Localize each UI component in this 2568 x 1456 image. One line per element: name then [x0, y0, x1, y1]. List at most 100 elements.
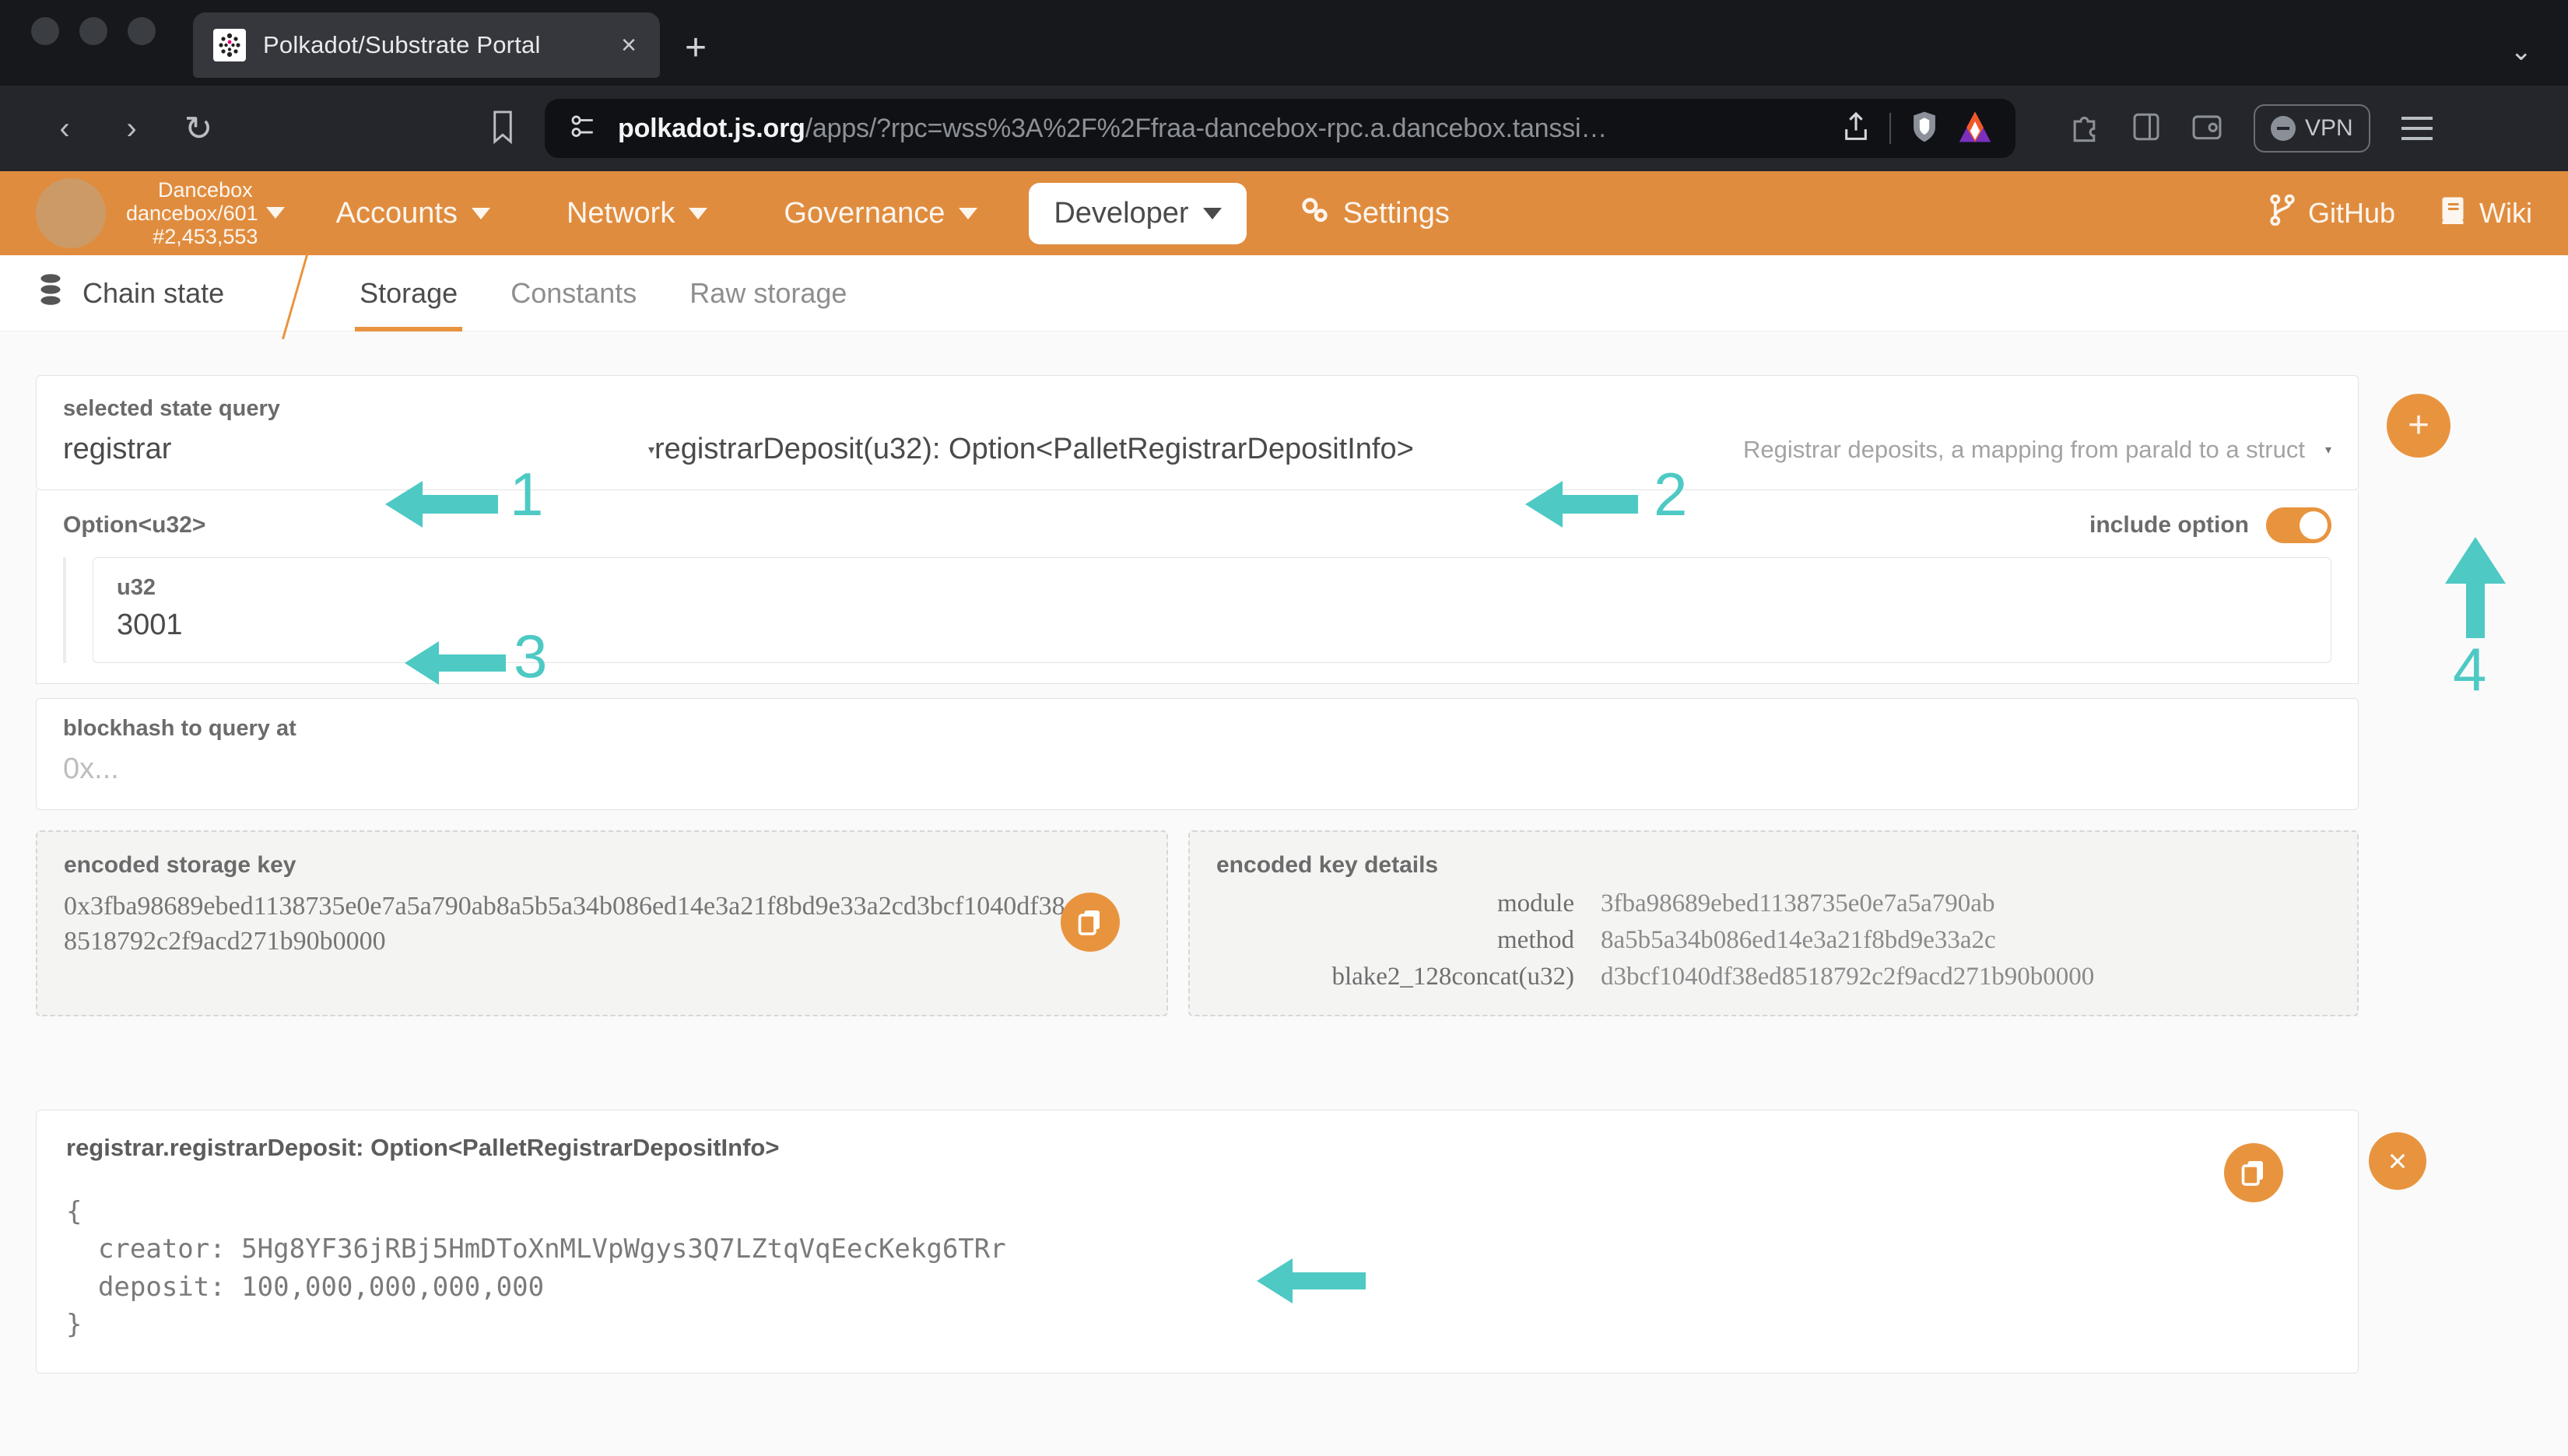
key-detail-name: method	[1497, 926, 1574, 954]
forward-button[interactable]: ›	[98, 111, 165, 146]
browser-toolbar: ‹ › ↻ polkadot.js.org/apps/?rpc=wss%3A%2…	[0, 86, 2568, 171]
tab-label: Storage	[360, 276, 458, 309]
vpn-button[interactable]: VPN	[2254, 104, 2370, 153]
encoded-keys-row: encoded storage key 0x3fba98689ebed11387…	[36, 830, 2359, 1016]
browser-window: Polkadot/Substrate Portal × + ⌄ ‹ › ↻ po…	[0, 0, 2568, 1456]
chevron-down-icon[interactable]: ▾	[2325, 442, 2331, 458]
key-detail-row: module 3fba98689ebed1138735e0e7a5a790ab	[1216, 889, 2331, 918]
copy-result-button[interactable]	[2224, 1143, 2283, 1202]
nav-item-governance[interactable]: Governance	[759, 183, 1002, 244]
new-tab-button[interactable]: +	[685, 30, 707, 67]
git-branch-icon	[2269, 194, 2296, 233]
polkadot-favicon-icon	[213, 29, 246, 61]
tab-raw-storage[interactable]: Raw storage	[663, 257, 873, 330]
chevron-down-icon	[471, 207, 490, 219]
wiki-link[interactable]: Wiki	[2439, 195, 2532, 233]
encoded-storage-key-card: encoded storage key 0x3fba98689ebed11387…	[36, 830, 1168, 1016]
site-settings-icon[interactable]	[568, 114, 598, 144]
method-dropdown[interactable]: registrarDeposit(u32): Option<PalletRegi…	[654, 433, 2331, 466]
chevron-down-icon	[689, 207, 708, 219]
copy-storage-key-button[interactable]	[1061, 893, 1120, 952]
extensions-icon[interactable]	[2070, 111, 2101, 147]
selected-state-query-label: selected state query	[63, 396, 280, 421]
tab-constants[interactable]: Constants	[484, 257, 663, 330]
bookmark-icon[interactable]	[489, 110, 517, 148]
key-detail-row: blake2_128concat(u32) d3bcf1040df38ed851…	[1216, 963, 2331, 991]
u32-arg-value[interactable]: 3001	[117, 609, 2307, 642]
browser-tabstrip: Polkadot/Substrate Portal × + ⌄	[0, 0, 2568, 86]
chevron-down-icon	[959, 207, 978, 219]
tab-storage[interactable]: Storage	[333, 257, 484, 332]
url-path: /apps/?rpc=wss%3A%2F%2Ffraa-dancebox-rpc…	[805, 113, 1608, 143]
option-arg-nested: u32 3001	[37, 551, 2358, 683]
github-link[interactable]: GitHub	[2269, 194, 2395, 233]
include-option-label: include option	[2089, 512, 2249, 538]
key-detail-value: 3fba98689ebed1138735e0e7a5a790ab	[1601, 889, 1995, 917]
minimize-window-button[interactable]	[79, 17, 107, 45]
section-title-group: Chain state	[0, 272, 271, 314]
maximize-window-button[interactable]	[128, 17, 156, 45]
browser-tab[interactable]: Polkadot/Substrate Portal ×	[193, 12, 660, 78]
nav-item-label: Settings	[1342, 196, 1450, 230]
nav-item-network[interactable]: Network	[542, 183, 732, 244]
method-description: Registrar deposits, a mapping from paral…	[1743, 435, 2305, 463]
nav-item-accounts[interactable]: Accounts	[311, 183, 515, 244]
app-navigation-bar: Dancebox dancebox/601 #2,453,553 Account…	[0, 171, 2568, 255]
close-tab-icon[interactable]: ×	[616, 32, 641, 58]
gear-icon	[1298, 194, 1329, 233]
page-content: selected state query registrar ▾ registr…	[0, 332, 2568, 1456]
query-panel: selected state query registrar ▾ registr…	[36, 375, 2426, 1374]
encoded-storage-key-line1: 0x3fba98689ebed1138735e0e7a5a790ab8a5b5a…	[64, 892, 829, 921]
sidebar-toggle-icon[interactable]	[2132, 111, 2160, 147]
chevron-down-icon[interactable]: ▾	[648, 442, 654, 458]
encoded-key-details-label: encoded key details	[1216, 852, 1439, 878]
nav-item-label: Governance	[784, 196, 945, 230]
chain-logo-icon	[36, 178, 106, 248]
chevron-down-icon[interactable]	[265, 207, 285, 219]
brave-shields-icon[interactable]	[1911, 111, 1938, 147]
vpn-label: VPN	[2305, 115, 2353, 141]
key-detail-row: method 8a5b5a34b086ed14e3a21f8bd9e33a2c	[1216, 926, 2331, 955]
wallet-icon[interactable]	[2191, 111, 2222, 147]
include-option-control[interactable]: include option	[2089, 507, 2331, 543]
query-result-card: registrar.registrarDeposit: Option<Palle…	[36, 1110, 2426, 1374]
brave-rewards-icon[interactable]	[1958, 111, 1992, 147]
browser-menu-button[interactable]	[2401, 117, 2433, 140]
method-value: registrarDeposit(u32): Option<PalletRegi…	[654, 433, 1414, 465]
nav-item-developer[interactable]: Developer	[1029, 182, 1247, 244]
blockhash-input[interactable]: 0x...	[63, 753, 2331, 786]
back-button[interactable]: ‹	[31, 111, 98, 146]
encoded-storage-key-label: encoded storage key	[64, 852, 296, 878]
browser-extension-icons: VPN	[2070, 104, 2433, 153]
tabbar-separator	[271, 255, 333, 332]
option-args-card: Option<u32> include option u32 3001	[36, 490, 2359, 684]
encoded-storage-key-value: 0x3fba98689ebed1138735e0e7a5a790ab8a5b5a…	[64, 889, 1091, 960]
query-result-body: { creator: 5Hg8YF36jRBj5HmDToXnMLVpWgys3…	[66, 1196, 1006, 1340]
include-option-toggle[interactable]	[2266, 507, 2331, 543]
section-tabbar: Chain state Storage Constants Raw storag…	[0, 255, 2568, 332]
wiki-label: Wiki	[2479, 197, 2532, 229]
chevron-down-icon	[1202, 207, 1222, 219]
toolbar-divider	[1889, 113, 1891, 144]
query-builder: selected state query registrar ▾ registr…	[36, 375, 2532, 1374]
app-nav-links: GitHub Wiki	[2269, 194, 2532, 233]
close-window-button[interactable]	[31, 17, 59, 45]
pallet-dropdown[interactable]: registrar ▾	[63, 433, 654, 466]
nav-item-settings[interactable]: Settings	[1273, 180, 1475, 247]
close-result-button[interactable]: ×	[2369, 1132, 2426, 1190]
add-query-button[interactable]: +	[2387, 394, 2450, 458]
window-traffic-lights	[31, 0, 156, 86]
address-bar[interactable]: polkadot.js.org/apps/?rpc=wss%3A%2F%2Ffr…	[545, 99, 2015, 158]
blockhash-card[interactable]: blockhash to query at 0x...	[36, 698, 2359, 810]
tab-label: Constants	[510, 276, 637, 309]
nav-item-label: Network	[566, 196, 675, 230]
chain-selector[interactable]: Dancebox dancebox/601 #2,453,553	[126, 178, 285, 249]
subtab-list: Storage Constants Raw storage	[333, 257, 873, 332]
reload-button[interactable]: ↻	[165, 109, 232, 149]
u32-arg-input[interactable]: u32 3001	[93, 557, 2331, 663]
chevron-down-icon[interactable]: ⌄	[2510, 36, 2533, 67]
share-icon[interactable]	[1843, 111, 1869, 146]
option-header: Option<u32> include option	[37, 490, 2358, 551]
tab-label: Raw storage	[689, 276, 847, 309]
key-detail-name: blake2_128concat(u32)	[1331, 963, 1574, 991]
